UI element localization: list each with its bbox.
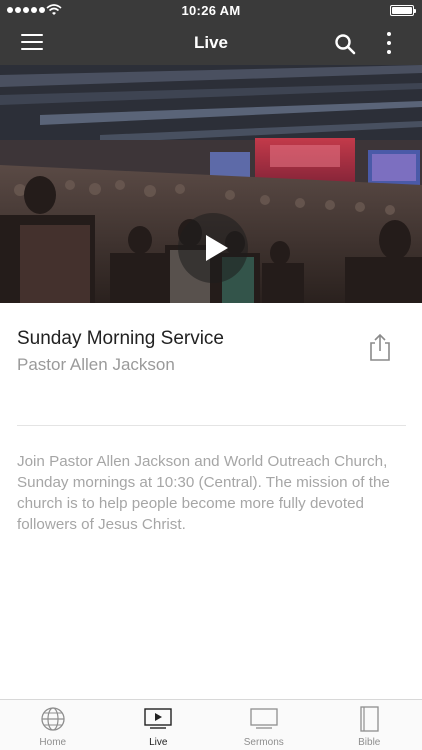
tab-bible[interactable]: Bible (317, 700, 422, 750)
search-icon[interactable] (334, 33, 356, 55)
tab-label: Bible (358, 737, 381, 748)
page-title: Live (193, 33, 229, 52)
nav-bar: Live (0, 22, 422, 65)
service-description: Join Pastor Allen Jackson and World Outr… (17, 453, 390, 533)
live-video-player[interactable] (0, 65, 422, 303)
divider (17, 425, 406, 426)
battery-icon (390, 5, 416, 16)
book-icon (360, 706, 379, 732)
play-button[interactable] (178, 213, 248, 283)
tab-label: Home (39, 737, 67, 748)
more-options-icon[interactable] (384, 32, 394, 56)
tab-bar: Home Live Sermons Bible (0, 699, 422, 750)
status-time: 10:26 AM (181, 3, 241, 18)
service-speaker: Pastor Allen Jackson (17, 355, 175, 374)
play-screen-icon (144, 708, 172, 729)
monitor-icon (250, 708, 278, 729)
status-bar: 10:26 AM (0, 0, 422, 22)
tab-label: Sermons (243, 737, 284, 748)
tab-label: Live (149, 737, 168, 748)
tab-live[interactable]: Live (106, 700, 212, 750)
globe-icon (41, 707, 65, 731)
share-icon[interactable] (369, 333, 391, 361)
service-title: Sunday Morning Service (17, 328, 224, 349)
tab-home[interactable]: Home (0, 700, 106, 750)
tab-sermons[interactable]: Sermons (211, 700, 317, 750)
